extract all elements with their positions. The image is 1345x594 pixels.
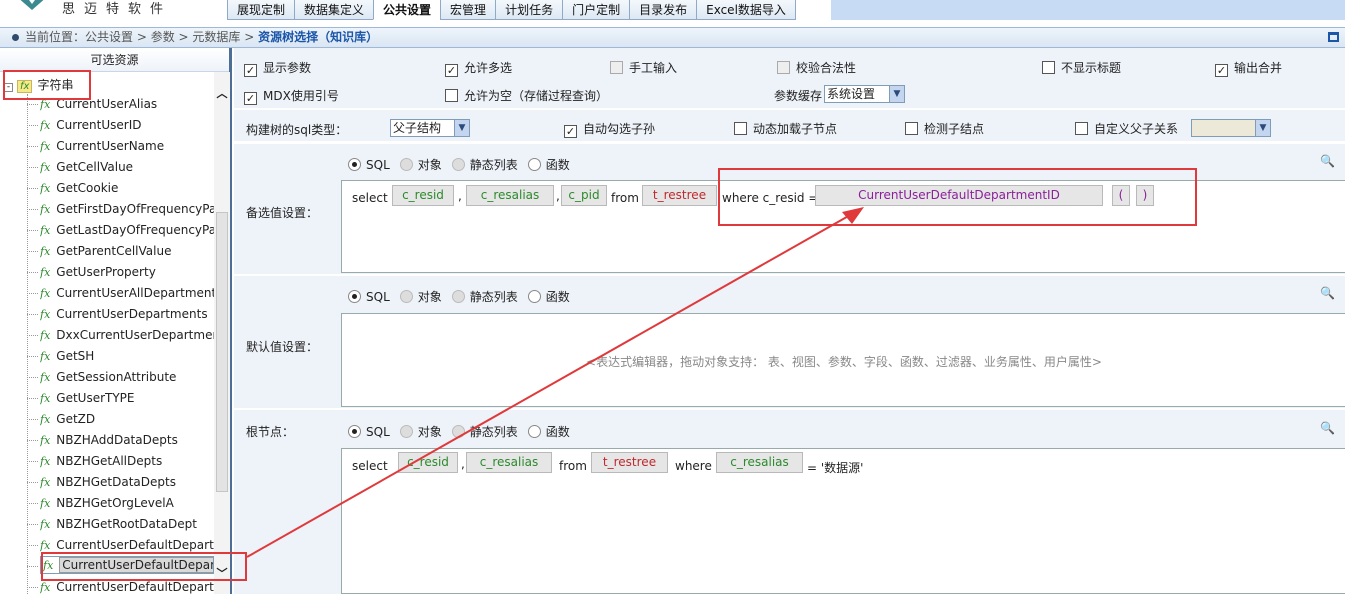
annotation-arrow [246, 207, 864, 558]
